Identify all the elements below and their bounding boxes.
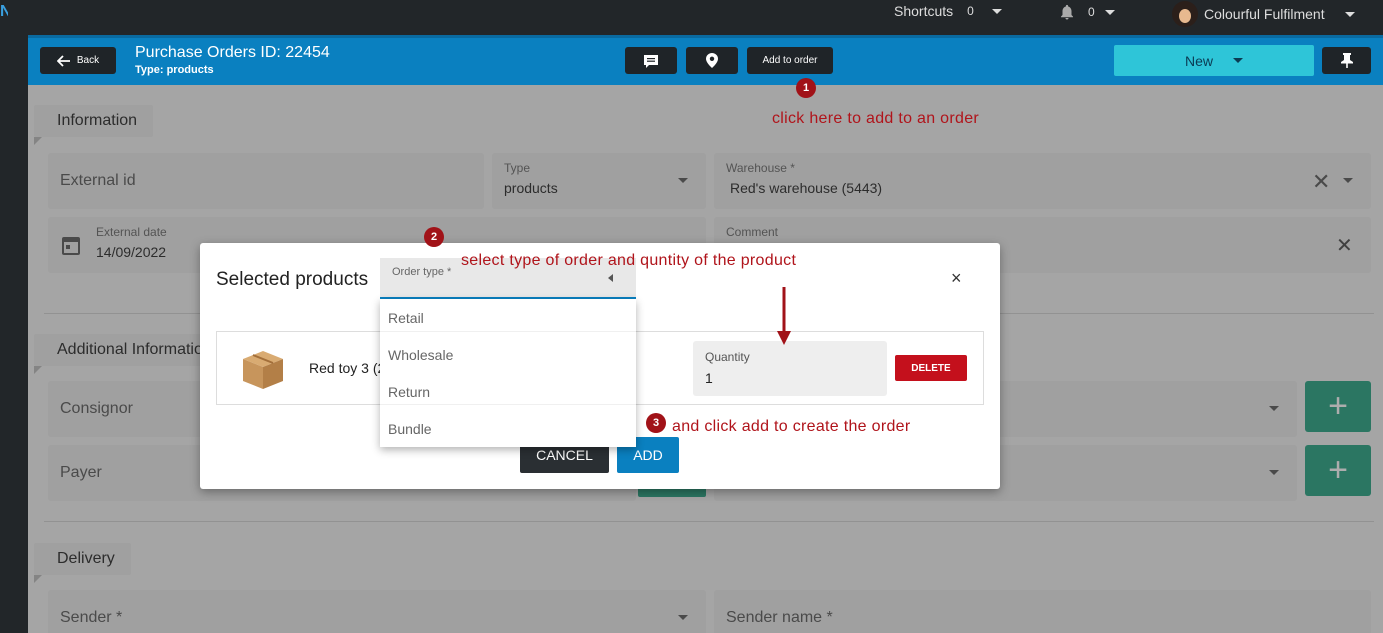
shortcuts-count: 0 xyxy=(967,4,974,18)
notifications-menu[interactable]: 0 xyxy=(1058,3,1115,21)
user-menu[interactable]: Colourful Fulfilment xyxy=(1172,1,1355,27)
chevron-down-icon xyxy=(1233,58,1243,63)
chevron-left-icon xyxy=(608,274,613,282)
step-2-badge: 2 xyxy=(424,227,444,247)
chevron-down-icon xyxy=(991,8,1002,14)
order-type-label: Order type * xyxy=(392,266,452,278)
order-type-option-bundle[interactable]: Bundle xyxy=(388,421,432,437)
shortcuts-label: Shortcuts xyxy=(894,3,954,19)
arrow-left-icon xyxy=(56,54,70,67)
step-3-badge: 3 xyxy=(646,413,666,433)
order-type-option-wholesale[interactable]: Wholesale xyxy=(388,347,453,363)
new-button[interactable]: New xyxy=(1114,45,1314,76)
bell-icon xyxy=(1061,4,1073,20)
close-icon[interactable]: × xyxy=(951,268,962,289)
left-sidebar xyxy=(0,35,28,633)
divider xyxy=(380,404,636,405)
step-2-annotation: select type of order and quntity of the … xyxy=(461,252,797,269)
chevron-down-icon xyxy=(1344,11,1355,17)
top-bar: N Shortcuts 0 0 Colourful Fulfilment xyxy=(0,0,1383,35)
app-logo[interactable]: N xyxy=(0,3,8,21)
delete-button[interactable]: DELETE xyxy=(895,355,967,381)
page-title: Purchase Orders ID: 22454 xyxy=(135,44,330,61)
location-button[interactable] xyxy=(686,47,738,74)
user-name: Colourful Fulfilment xyxy=(1204,6,1325,22)
message-icon xyxy=(644,54,658,68)
comments-button[interactable] xyxy=(625,47,677,74)
box-icon xyxy=(243,351,283,389)
action-header: Back Purchase Orders ID: 22454 Type: pro… xyxy=(28,35,1383,85)
order-type-option-retail[interactable]: Retail xyxy=(388,310,424,326)
quantity-field[interactable]: Quantity 1 xyxy=(693,341,887,396)
back-button[interactable]: Back xyxy=(40,47,116,74)
step-1-badge: 1 xyxy=(796,78,816,98)
arrow-down-icon xyxy=(777,287,791,345)
order-type-option-return[interactable]: Return xyxy=(388,384,430,400)
add-to-order-button[interactable]: Add to order xyxy=(747,47,833,74)
chevron-down-icon xyxy=(1104,9,1115,15)
shortcuts-menu[interactable]: Shortcuts 0 xyxy=(894,3,1002,19)
notifications-count: 0 xyxy=(1088,5,1095,19)
order-type-menu: Retail Wholesale Return Bundle xyxy=(380,299,636,447)
page-subtitle: Type: products xyxy=(135,64,214,76)
quantity-label: Quantity xyxy=(705,350,750,364)
location-pin-icon xyxy=(706,53,718,68)
step-3-annotation: and click add to create the order xyxy=(672,418,911,435)
avatar xyxy=(1172,1,1198,27)
back-label: Back xyxy=(76,55,100,66)
divider xyxy=(380,331,636,332)
pushpin-icon xyxy=(1340,53,1353,68)
pin-button[interactable] xyxy=(1322,47,1371,74)
step-1-annotation: click here to add to an order xyxy=(772,110,980,127)
dialog-title: Selected products xyxy=(216,269,369,290)
new-label: New xyxy=(1184,52,1213,69)
quantity-value: 1 xyxy=(705,370,713,386)
